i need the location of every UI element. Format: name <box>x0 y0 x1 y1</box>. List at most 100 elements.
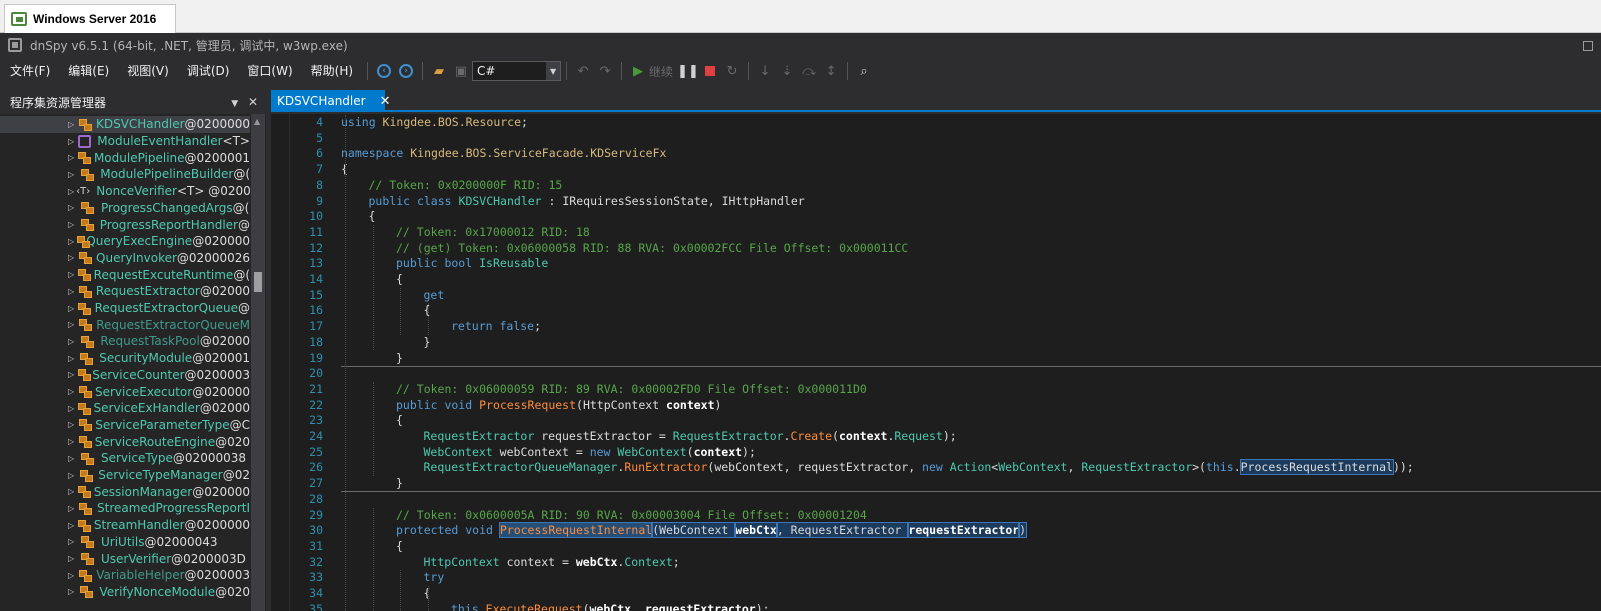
tree-item[interactable]: ▷ ServiceCounter @0200003 <box>0 367 250 384</box>
expand-arrow-icon[interactable]: ▷ <box>68 521 75 530</box>
panel-close-icon[interactable]: ✕ <box>248 95 258 109</box>
open-file-button[interactable]: ▰ <box>428 60 450 82</box>
code-line[interactable]: 19} <box>271 351 1601 365</box>
expand-arrow-icon[interactable]: ▷ <box>68 420 76 429</box>
expand-arrow-icon[interactable]: ▷ <box>68 471 77 480</box>
expand-arrow-icon[interactable]: ▷ <box>68 120 76 129</box>
continue-button[interactable]: ▶ <box>627 60 649 82</box>
code-line[interactable]: 33 try <box>271 570 1601 584</box>
tree-item[interactable]: ▷ ServiceRouteEngine @020 <box>0 433 250 450</box>
code-line[interactable]: 21 // Token: 0x06000059 RID: 89 RVA: 0x00… <box>271 382 1601 396</box>
tree-item[interactable]: ▷ ModulePipelineBuilder @( <box>0 166 250 183</box>
expand-arrow-icon[interactable]: ▷ <box>68 437 76 446</box>
expand-arrow-icon[interactable]: ▷ <box>68 237 74 246</box>
code-line[interactable]: 29 // Token: 0x0600005A RID: 90 RVA: 0x00… <box>271 508 1601 522</box>
tree-item[interactable]: ▷ StreamedProgressReportI <box>0 500 250 517</box>
expand-arrow-icon[interactable]: ▷ <box>68 571 76 580</box>
expand-arrow-icon[interactable]: ▷ <box>68 370 75 379</box>
code-line[interactable]: 27} <box>271 476 1601 490</box>
tree-scrollbar[interactable]: ▲ <box>251 114 265 611</box>
expand-arrow-icon[interactable]: ▷ <box>68 487 75 496</box>
tree-item[interactable]: ▷ RequestExtractorQueueM <box>0 316 250 333</box>
code-editor[interactable]: 4 using Kingdee.BOS.Resource; 5 6 namespace… <box>271 114 1601 611</box>
code-line[interactable]: 7{ <box>271 162 1601 176</box>
code-line[interactable]: 25 WebContext webContext = new WebContext… <box>271 445 1601 459</box>
navigate-back-button[interactable]: ‹ <box>373 60 395 82</box>
expand-arrow-icon[interactable]: ▷ <box>68 554 78 563</box>
tree-item[interactable]: ▷ StreamHandler @0200000 <box>0 517 250 534</box>
expand-arrow-icon[interactable]: ▷ <box>68 187 74 196</box>
tree-scrollbar-thumb[interactable] <box>254 272 262 292</box>
expand-arrow-icon[interactable]: ▷ <box>68 537 78 546</box>
step-out-button[interactable]: ↕ <box>820 60 842 82</box>
code-line[interactable]: 16{ <box>271 303 1601 317</box>
code-line[interactable]: 14 { <box>271 272 1601 286</box>
tree-item[interactable]: ▷ RequestExtractor @02000 <box>0 283 250 300</box>
code-line[interactable]: 28 <box>271 492 1601 506</box>
expand-arrow-icon[interactable]: ▷ <box>68 203 78 212</box>
code-line[interactable]: 17 return false; <box>271 319 1601 333</box>
expand-arrow-icon[interactable]: ▷ <box>68 220 78 229</box>
expand-arrow-icon[interactable]: ▷ <box>68 337 78 346</box>
tree-item[interactable]: ▷ ServiceExecutor @020000 <box>0 383 250 400</box>
expand-arrow-icon[interactable]: ▷ <box>68 304 75 313</box>
tree-item[interactable]: ▷ ModulePipeline @0200001 <box>0 149 250 166</box>
tree-item[interactable]: ▷ ProgressReportHandler @ <box>0 216 250 233</box>
menu-edit[interactable]: 编辑(E) <box>59 60 118 82</box>
expand-arrow-icon[interactable]: ▷ <box>68 270 75 279</box>
code-line[interactable]: 31 { <box>271 539 1601 553</box>
code-line[interactable]: 22 public void ProcessRequest(HttpContext… <box>271 398 1601 412</box>
search-button[interactable]: ⌕ <box>853 60 875 82</box>
code-line[interactable]: 5 <box>271 131 1601 145</box>
code-line[interactable]: 23 { <box>271 413 1601 427</box>
tree-item[interactable]: ▷ VariableHelper @0200003 <box>0 567 250 584</box>
menu-window[interactable]: 窗口(W) <box>238 60 301 82</box>
tree-item[interactable]: ▷ QueryInvoker @02000026 <box>0 250 250 267</box>
tree-item[interactable]: ▷ UriUtils @02000043 <box>0 534 250 551</box>
code-line[interactable]: 18} <box>271 335 1601 349</box>
maximize-icon[interactable] <box>1583 41 1593 51</box>
host-tab[interactable]: Windows Server 2016 <box>4 4 176 33</box>
tree-item[interactable]: ▷ ServiceParameterType @C <box>0 417 250 434</box>
code-line[interactable]: 34{ <box>271 586 1601 600</box>
navigate-forward-button[interactable]: › <box>395 60 417 82</box>
tree-item[interactable]: ▷ RequestExcuteRuntime @( <box>0 266 250 283</box>
menu-view[interactable]: 视图(V) <box>118 60 178 82</box>
expand-arrow-icon[interactable]: ▷ <box>68 454 78 463</box>
tree-item[interactable]: ▷ ProgressChangedArgs @( <box>0 200 250 217</box>
redo-button[interactable]: ↷ <box>594 60 616 82</box>
language-select[interactable]: C# ▼ <box>472 61 562 81</box>
undo-button[interactable]: ↶ <box>572 60 594 82</box>
tree-item[interactable]: ▷ ServiceExHandler @02000 <box>0 400 250 417</box>
code-line[interactable]: 35 this.ExecuteRequest(webCtx, requestExt… <box>271 602 1601 611</box>
tree-item[interactable]: ▷ VerifyNonceModule @020 <box>0 584 250 601</box>
tree-item[interactable]: ▷ UserVerifier @0200003D <box>0 550 250 567</box>
tree-item[interactable]: ▷ SecurityModule @020001 <box>0 350 250 367</box>
code-line[interactable]: 30 protected void ProcessRequestInternal(… <box>271 522 1601 539</box>
step-into-button[interactable]: ↓ <box>754 60 776 82</box>
expand-arrow-icon[interactable]: ▷ <box>68 587 77 596</box>
code-line[interactable]: 13 public bool IsReusable <box>271 256 1601 270</box>
assembly-tree[interactable]: ▷ KDSVCHandler @0200000 ▷ ModuleEventHandle… <box>0 114 250 611</box>
code-line[interactable]: 10 { <box>271 209 1601 223</box>
tree-item[interactable]: ▷ QueryExecEngine @020000 <box>0 233 250 250</box>
tree-item[interactable]: ▷ ServiceType @02000038 <box>0 450 250 467</box>
tab-kdsvchandler[interactable]: KDSVCHandler ✕ <box>271 90 390 112</box>
code-line[interactable]: 6 namespace Kingdee.BOS.ServiceFacade.KDS… <box>271 146 1601 160</box>
code-line[interactable]: 20 <box>271 366 1601 380</box>
code-line[interactable]: 24 RequestExtractor requestExtractor = Re… <box>271 429 1601 443</box>
tree-item[interactable]: ▷ RequestExtractorQueue @ <box>0 300 250 317</box>
save-button[interactable]: ▣ <box>450 60 472 82</box>
break-all-button[interactable]: ❚❚ <box>677 60 699 82</box>
tree-item[interactable]: ▷ SessionManager @020000 <box>0 483 250 500</box>
tree-item[interactable]: ▷ ‹T› NonceVerifier <T> @0200 <box>0 183 250 200</box>
menu-debug[interactable]: 调试(D) <box>178 60 239 82</box>
expand-arrow-icon[interactable]: ▷ <box>68 287 76 296</box>
code-line[interactable]: 32 HttpContext context = webCtx.Context; <box>271 555 1601 569</box>
code-line[interactable]: 11 // Token: 0x17000012 RID: 18 <box>271 225 1601 239</box>
scroll-up-icon[interactable]: ▲ <box>254 117 260 126</box>
step-over-arc-button[interactable]: ⤼ <box>798 60 820 82</box>
code-line[interactable]: 8 // Token: 0x0200000F RID: 15 <box>271 178 1601 192</box>
code-line[interactable]: 12 // (get) Token: 0x06000058 RID: 88 RVA… <box>271 241 1601 255</box>
stop-debugging-button[interactable] <box>699 60 721 82</box>
